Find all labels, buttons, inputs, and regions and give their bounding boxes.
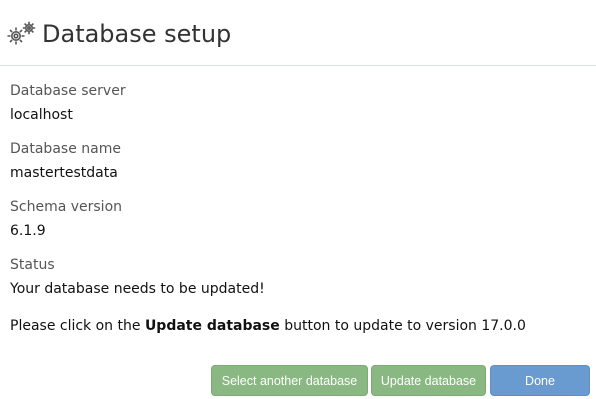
page-title: Database setup	[42, 20, 232, 48]
database-name-value: mastertestdata	[10, 165, 118, 181]
done-button[interactable]: Done	[490, 365, 590, 396]
database-server-value: localhost	[10, 107, 73, 123]
database-name-label: Database name	[10, 141, 121, 157]
update-database-button[interactable]: Update database	[371, 365, 486, 396]
schema-version-label: Schema version	[10, 199, 123, 215]
database-server-label: Database server	[10, 83, 126, 99]
status-label: Status	[10, 257, 55, 273]
status-value: Your database needs to be updated!	[10, 281, 265, 297]
dialog-header: Database setup	[0, 0, 596, 66]
select-another-database-button[interactable]: Select another database	[211, 365, 368, 396]
update-note-suffix: button to update to version 17.0.0	[279, 318, 526, 334]
schema-version-value: 6.1.9	[10, 223, 46, 239]
update-note-prefix: Please click on the	[10, 318, 145, 334]
update-instructions: Please click on the Update database butt…	[10, 317, 526, 335]
gears-icon	[7, 21, 36, 45]
update-note-emphasis: Update database	[144, 318, 280, 334]
